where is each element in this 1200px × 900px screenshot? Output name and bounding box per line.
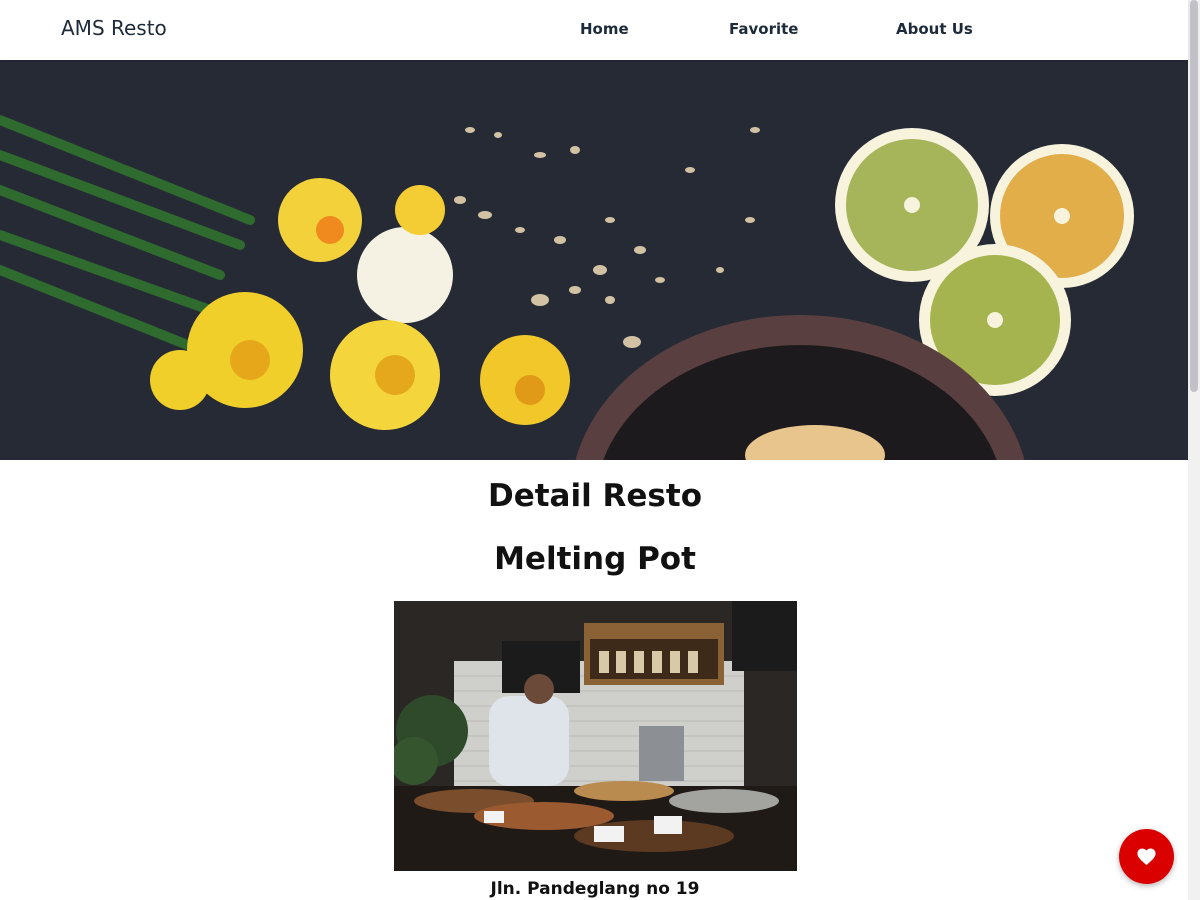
hero-image	[0, 60, 1190, 460]
page-scrollbar[interactable]	[1188, 0, 1200, 900]
restaurant-name: Melting Pot	[494, 541, 696, 577]
restaurant-illustration	[394, 601, 797, 871]
hero-illustration	[0, 60, 1190, 460]
nav-home[interactable]: Home	[580, 20, 629, 38]
scrollbar-thumb[interactable]	[1190, 0, 1198, 392]
heart-icon	[1137, 848, 1156, 866]
detail-heading: Detail Resto	[487, 478, 702, 514]
restaurant-image	[394, 601, 797, 871]
brand-logo[interactable]: AMS Resto	[61, 16, 167, 40]
nav-favorite[interactable]: Favorite	[729, 20, 798, 38]
favorite-button[interactable]	[1119, 829, 1174, 884]
nav-about-us[interactable]: About Us	[896, 20, 973, 38]
navbar: AMS Resto Home Favorite About Us	[0, 0, 1188, 60]
restaurant-address: Jln. Pandeglang no 19	[490, 879, 700, 899]
